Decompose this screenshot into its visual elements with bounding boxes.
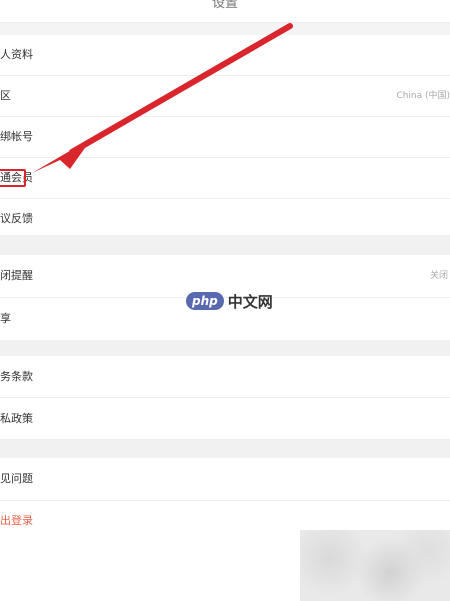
arrow-head — [32, 138, 92, 173]
annotation-arrow — [32, 23, 293, 173]
arrow-shaft — [69, 23, 293, 155]
